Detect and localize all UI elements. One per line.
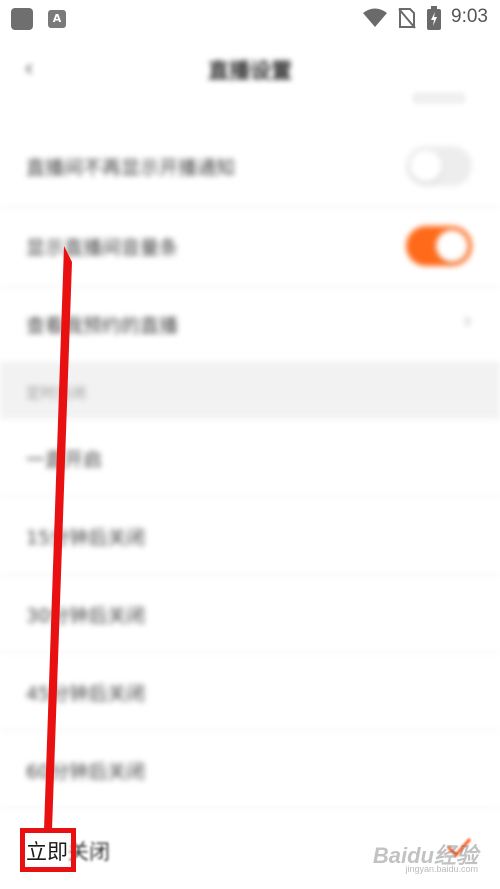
annotation-arrow-line xyxy=(44,246,72,830)
annotation-highlight-box xyxy=(20,828,76,872)
watermark-url: jingyan.baidu.com xyxy=(405,864,478,874)
